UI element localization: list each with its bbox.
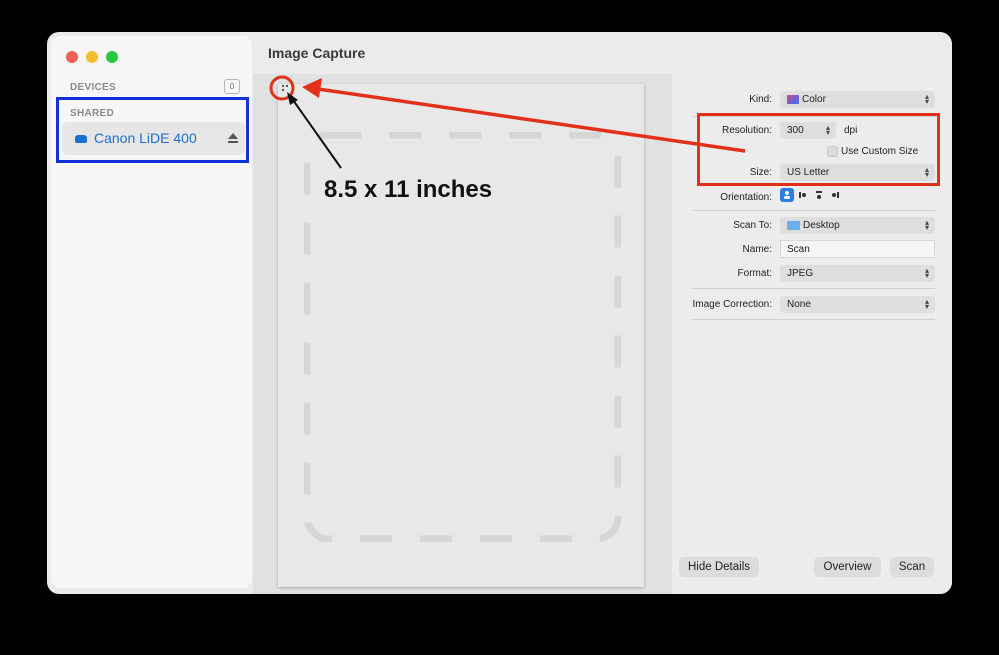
black-arrow-line xyxy=(292,99,342,169)
annotation-arrows xyxy=(269,75,746,169)
paper-size-callout: 8.5 x 11 inches xyxy=(324,176,493,203)
red-arrow-line xyxy=(317,87,746,153)
red-arrowhead xyxy=(302,78,322,98)
